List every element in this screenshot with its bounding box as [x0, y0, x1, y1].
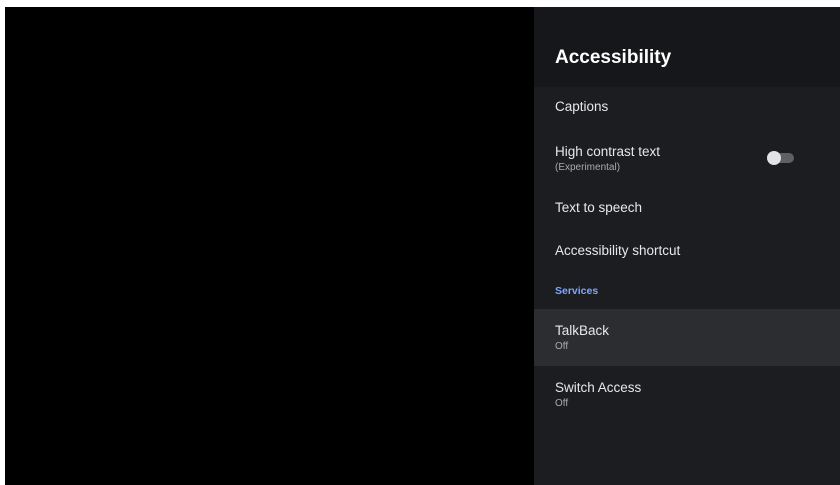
- menu-item-label: Text to speech: [555, 200, 643, 215]
- menu-item-text-to-speech[interactable]: Text to speech: [534, 200, 840, 215]
- menu-item-status: Off: [555, 398, 569, 409]
- toggle-thumb: [767, 151, 781, 165]
- menu-item-label: Accessibility shortcut: [555, 243, 681, 258]
- tv-screen: Accessibility Captions High contrast tex…: [5, 7, 840, 485]
- menu-item-switch-access[interactable]: Switch Access Off: [534, 380, 840, 409]
- menu-item-label: Captions: [555, 99, 609, 114]
- page-title: Accessibility: [555, 47, 672, 68]
- menu-item-talkback[interactable]: TalkBack Off: [534, 309, 840, 366]
- menu-item-label: Switch Access: [555, 380, 642, 395]
- menu-item-accessibility-shortcut[interactable]: Accessibility shortcut: [534, 243, 840, 258]
- menu-item-label: High contrast text: [555, 144, 661, 159]
- panel-header: Accessibility: [534, 7, 840, 87]
- menu-item-sublabel: (Experimental): [555, 162, 621, 173]
- menu-item-high-contrast-text[interactable]: High contrast text (Experimental): [534, 144, 840, 173]
- background-content: [5, 7, 534, 485]
- section-header-services: Services: [555, 285, 599, 297]
- menu-item-label: TalkBack: [555, 323, 610, 338]
- menu-item-captions[interactable]: Captions: [534, 99, 840, 114]
- high-contrast-toggle[interactable]: [764, 151, 796, 165]
- accessibility-settings-panel: Accessibility Captions High contrast tex…: [534, 7, 840, 485]
- menu-item-status: Off: [555, 341, 569, 352]
